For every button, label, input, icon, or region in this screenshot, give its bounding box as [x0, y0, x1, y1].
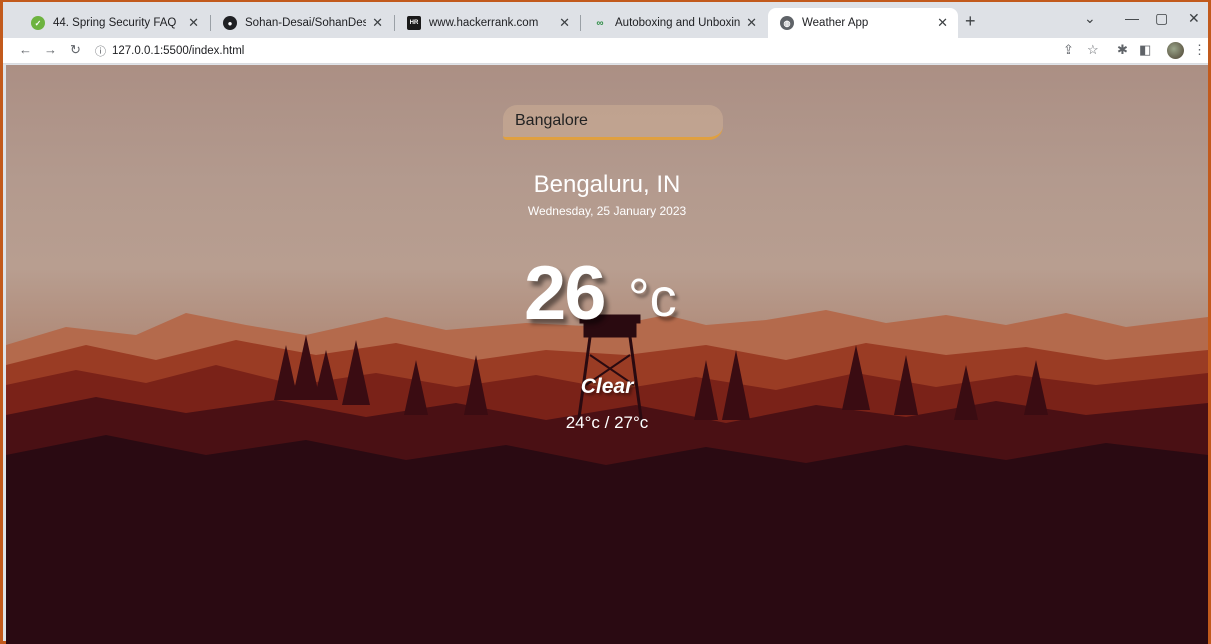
github-icon: ● — [223, 16, 237, 30]
close-icon[interactable]: ✕ — [372, 15, 383, 31]
browser-toolbar: ← → ↻ ⓘ 127.0.0.1:5500/index.html ⇪ ☆ ✱ … — [3, 38, 1208, 64]
back-button[interactable]: ← — [19, 42, 32, 57]
forward-button[interactable]: → — [44, 42, 57, 57]
browser-window: ✓ 44. Spring Security FAQ ✕ ● Sohan-Desa… — [0, 0, 1211, 644]
tab-strip: ✓ 44. Spring Security FAQ ✕ ● Sohan-Desa… — [3, 2, 1208, 38]
tab-weather-app[interactable]: ◍ Weather App ✕ — [768, 8, 958, 38]
spring-icon: ✓ — [31, 16, 45, 30]
share-icon[interactable]: ⇪ — [1063, 42, 1074, 58]
tab-spring-security-faq[interactable]: ✓ 44. Spring Security FAQ ✕ — [19, 8, 209, 38]
search-value: Bangalore — [515, 112, 588, 129]
geeksforgeeks-icon: ∞ — [596, 17, 604, 29]
extensions-icon[interactable]: ✱ — [1117, 42, 1128, 58]
tab-github[interactable]: ● Sohan-Desai/SohanDesai_JS3_La ✕ — [211, 8, 393, 38]
city-search-input[interactable]: Bangalore — [503, 105, 723, 140]
menu-icon[interactable]: ⋮ — [1193, 42, 1206, 58]
maximize-button[interactable]: ▢ — [1155, 10, 1168, 27]
close-icon[interactable]: ✕ — [188, 15, 199, 31]
landscape-illustration — [6, 310, 1208, 644]
info-icon[interactable]: ⓘ — [95, 43, 106, 59]
address-bar[interactable]: ⓘ 127.0.0.1:5500/index.html — [95, 41, 1195, 61]
tab-title: 44. Spring Security FAQ — [53, 17, 177, 29]
temperature-range: 24°c / 27°c — [565, 413, 649, 432]
url-text: 127.0.0.1:5500/index.html — [112, 45, 245, 57]
globe-icon: ◍ — [780, 16, 794, 30]
reload-button[interactable]: ↻ — [70, 42, 81, 58]
tab-autoboxing[interactable]: ∞ Autoboxing and Unboxing in Jav ✕ — [581, 8, 767, 38]
new-tab-button[interactable]: + — [965, 11, 976, 32]
close-icon[interactable]: ✕ — [746, 15, 757, 31]
current-temperature: 26 — [524, 251, 607, 336]
tab-title: www.hackerrank.com — [429, 17, 539, 29]
close-icon[interactable]: ✕ — [937, 15, 948, 31]
hackerrank-icon: HR — [407, 16, 421, 30]
tab-title: Sohan-Desai/SohanDesai_JS3_La — [245, 17, 367, 29]
minimize-button[interactable]: — — [1125, 10, 1139, 26]
tab-hackerrank[interactable]: HR www.hackerrank.com ✕ — [395, 8, 580, 38]
close-window-button[interactable]: ✕ — [1188, 10, 1200, 27]
city-name: Bengaluru, IN — [533, 171, 681, 198]
page-viewport: Bangalore Bengaluru, IN Wednesday, 25 Ja… — [6, 65, 1208, 644]
weather-condition: Clear — [580, 375, 634, 398]
temperature-unit: °c — [628, 268, 677, 328]
star-icon[interactable]: ☆ — [1087, 42, 1099, 58]
close-icon[interactable]: ✕ — [559, 15, 570, 31]
current-date: Wednesday, 25 January 2023 — [527, 204, 687, 218]
profile-avatar[interactable] — [1167, 42, 1184, 59]
tab-title: Autoboxing and Unboxing in Jav — [615, 17, 741, 29]
tab-title: Weather App — [802, 17, 869, 29]
side-panel-icon[interactable]: ◧ — [1139, 42, 1151, 58]
chevron-down-icon[interactable]: ⌄ — [1084, 10, 1096, 27]
